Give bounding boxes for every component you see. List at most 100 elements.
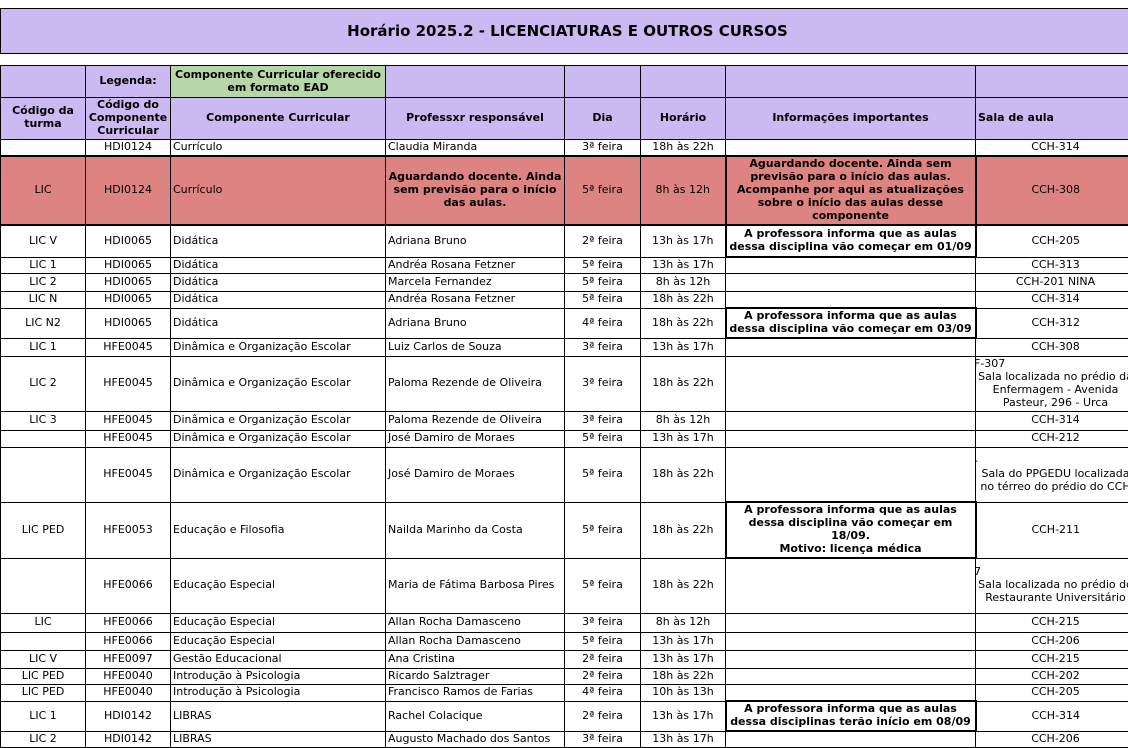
- cell-horario: 13h às 17h: [641, 225, 726, 257]
- schedule-row: LIC 2HDI0065DidáticaMarcela Fernandez5ª …: [1, 273, 1128, 291]
- cell-horario: 8h às 12h: [641, 411, 726, 430]
- schedule-row: LIC PEDHFE0053Educação e FilosofiaNailda…: [1, 502, 1128, 558]
- cell-horario: 18h às 22h: [641, 502, 726, 558]
- cell-codigo-componente: HFE0053: [86, 502, 171, 558]
- cell-sala: CCH-312: [976, 308, 1128, 338]
- title-gap: [0, 54, 1128, 65]
- cell-horario: 10h às 13h: [641, 684, 726, 701]
- cell-componente: Dinâmica e Organização Escolar: [171, 447, 386, 502]
- cell-sala: CCH-314: [976, 411, 1128, 430]
- cell-professor: Adriana Bruno: [386, 308, 565, 338]
- cell-componente: LIBRAS: [171, 731, 386, 747]
- col-header-horario: Horário: [641, 98, 726, 140]
- schedule-row: LIC 2HDI0142LIBRASAugusto Machado dos Sa…: [1, 731, 1128, 747]
- cell-componente: Currículo: [171, 156, 386, 225]
- schedule-row: LIC 2HFE0045Dinâmica e Organização Escol…: [1, 356, 1128, 411]
- cell-codigo-componente: HFE0040: [86, 684, 171, 701]
- cell-dia: 5ª feira: [565, 156, 641, 225]
- cell-dia: 5ª feira: [565, 430, 641, 447]
- cell-professor: Maria de Fátima Barbosa Pires: [386, 558, 565, 613]
- cell-professor: Aguardando docente. Ainda sem previsão p…: [386, 156, 565, 225]
- cell-dia: 3ª feira: [565, 338, 641, 356]
- cell-dia: 2ª feira: [565, 668, 641, 684]
- cell-codigo-componente: HFE0097: [86, 650, 171, 668]
- cell-informacoes: [726, 356, 976, 411]
- cell-informacoes: A professora informa que as aulas dessa …: [726, 502, 976, 558]
- cell-componente: Currículo: [171, 139, 386, 156]
- cell-codigo-componente: HFE0066: [86, 613, 171, 632]
- cell-turma: LIC: [1, 156, 86, 225]
- cell-professor: Paloma Rezende de Oliveira: [386, 411, 565, 430]
- cell-dia: 3ª feira: [565, 411, 641, 430]
- col-header-componente: Componente Curricular: [171, 98, 386, 140]
- cell-componente: Educação Especial: [171, 613, 386, 632]
- schedule-table: Legenda: Componente Curricular oferecido…: [0, 65, 1128, 748]
- cell-turma: LIC PED: [1, 668, 86, 684]
- cell-horario: 18h às 22h: [641, 139, 726, 156]
- cell-dia: 3ª feira: [565, 613, 641, 632]
- schedule-row: LIC VHFE0097Gestão EducacionalAna Cristi…: [1, 650, 1128, 668]
- cell-horario: 18h às 22h: [641, 447, 726, 502]
- cell-componente: Dinâmica e Organização Escolar: [171, 430, 386, 447]
- cell-sala: CCH-202: [976, 668, 1128, 684]
- schedule-row: HDI0124CurrículoClaudia Miranda3ª feira1…: [1, 139, 1128, 156]
- cell-codigo-componente: HFE0040: [86, 668, 171, 684]
- cell-componente: Gestão Educacional: [171, 650, 386, 668]
- cell-turma: LIC 2: [1, 356, 86, 411]
- cell-horario: 18h às 22h: [641, 668, 726, 684]
- cell-turma: LIC PED: [1, 684, 86, 701]
- cell-informacoes: [726, 684, 976, 701]
- cell-sala: -Sala do PPGEDU localizada no térreo do …: [976, 447, 1128, 502]
- cell-informacoes: [726, 273, 976, 291]
- cell-horario: 18h às 22h: [641, 291, 726, 308]
- cell-sala: CCH-205: [976, 684, 1128, 701]
- cell-sala: CCH-206: [976, 731, 1128, 747]
- legend-ead-cell: Componente Curricular oferecido em forma…: [171, 66, 386, 98]
- cell-codigo-componente: HFE0045: [86, 430, 171, 447]
- cell-componente: Introdução à Psicologia: [171, 668, 386, 684]
- cell-informacoes: [726, 411, 976, 430]
- cell-turma: LIC N2: [1, 308, 86, 338]
- col-header-professor: Professxr responsável: [386, 98, 565, 140]
- schedule-row: LIC PEDHFE0040Introdução à PsicologiaFra…: [1, 684, 1128, 701]
- schedule-row: LIC VHDI0065DidáticaAdriana Bruno2ª feir…: [1, 225, 1128, 257]
- cell-dia: 3ª feira: [565, 356, 641, 411]
- cell-dia: 5ª feira: [565, 447, 641, 502]
- cell-sala: CCH-308: [976, 338, 1128, 356]
- cell-horario: 8h às 12h: [641, 613, 726, 632]
- schedule-row: LICHFE0066Educação EspecialAllan Rocha D…: [1, 613, 1128, 632]
- cell-codigo-componente: HDI0065: [86, 257, 171, 273]
- legend-empty-cell: [976, 66, 1128, 98]
- schedule-row: LIC 1HDI0065DidáticaAndréa Rosana Fetzne…: [1, 257, 1128, 273]
- cell-sala: CCH-215: [976, 613, 1128, 632]
- sala-room-code: F-307: [978, 358, 1128, 371]
- schedule-row: LIC N2HDI0065DidáticaAdriana Bruno4ª fei…: [1, 308, 1128, 338]
- cell-informacoes: A professora informa que as aulas dessa …: [726, 225, 976, 257]
- cell-horario: 18h às 22h: [641, 308, 726, 338]
- sheet-title-bar: Horário 2025.2 - LICENCIATURAS E OUTROS …: [0, 8, 1128, 54]
- cell-turma: LIC 3: [1, 411, 86, 430]
- cell-informacoes: [726, 731, 976, 747]
- cell-horario: 13h às 17h: [641, 650, 726, 668]
- cell-codigo-componente: HDI0124: [86, 139, 171, 156]
- cell-sala: CCH-314: [976, 291, 1128, 308]
- cell-sala: CCH-206: [976, 632, 1128, 650]
- cell-turma: [1, 139, 86, 156]
- cell-professor: Adriana Bruno: [386, 225, 565, 257]
- cell-componente: Didática: [171, 308, 386, 338]
- cell-informacoes: [726, 139, 976, 156]
- cell-componente: Introdução à Psicologia: [171, 684, 386, 701]
- cell-informacoes: [726, 291, 976, 308]
- schedule-row: LIC 1HFE0045Dinâmica e Organização Escol…: [1, 338, 1128, 356]
- cell-turma: [1, 632, 86, 650]
- cell-dia: 2ª feira: [565, 225, 641, 257]
- cell-informacoes: Aguardando docente. Ainda sem previsão p…: [726, 156, 976, 225]
- cell-professor: Andréa Rosana Fetzner: [386, 257, 565, 273]
- cell-professor: Ricardo Salztrager: [386, 668, 565, 684]
- cell-professor: Andréa Rosana Fetzner: [386, 291, 565, 308]
- legend-label: Legenda:: [86, 66, 171, 98]
- sala-location-note: Sala localizada no prédio do Restaurante…: [978, 579, 1128, 605]
- cell-componente: Didática: [171, 273, 386, 291]
- cell-dia: 5ª feira: [565, 291, 641, 308]
- cell-professor: Allan Rocha Damasceno: [386, 613, 565, 632]
